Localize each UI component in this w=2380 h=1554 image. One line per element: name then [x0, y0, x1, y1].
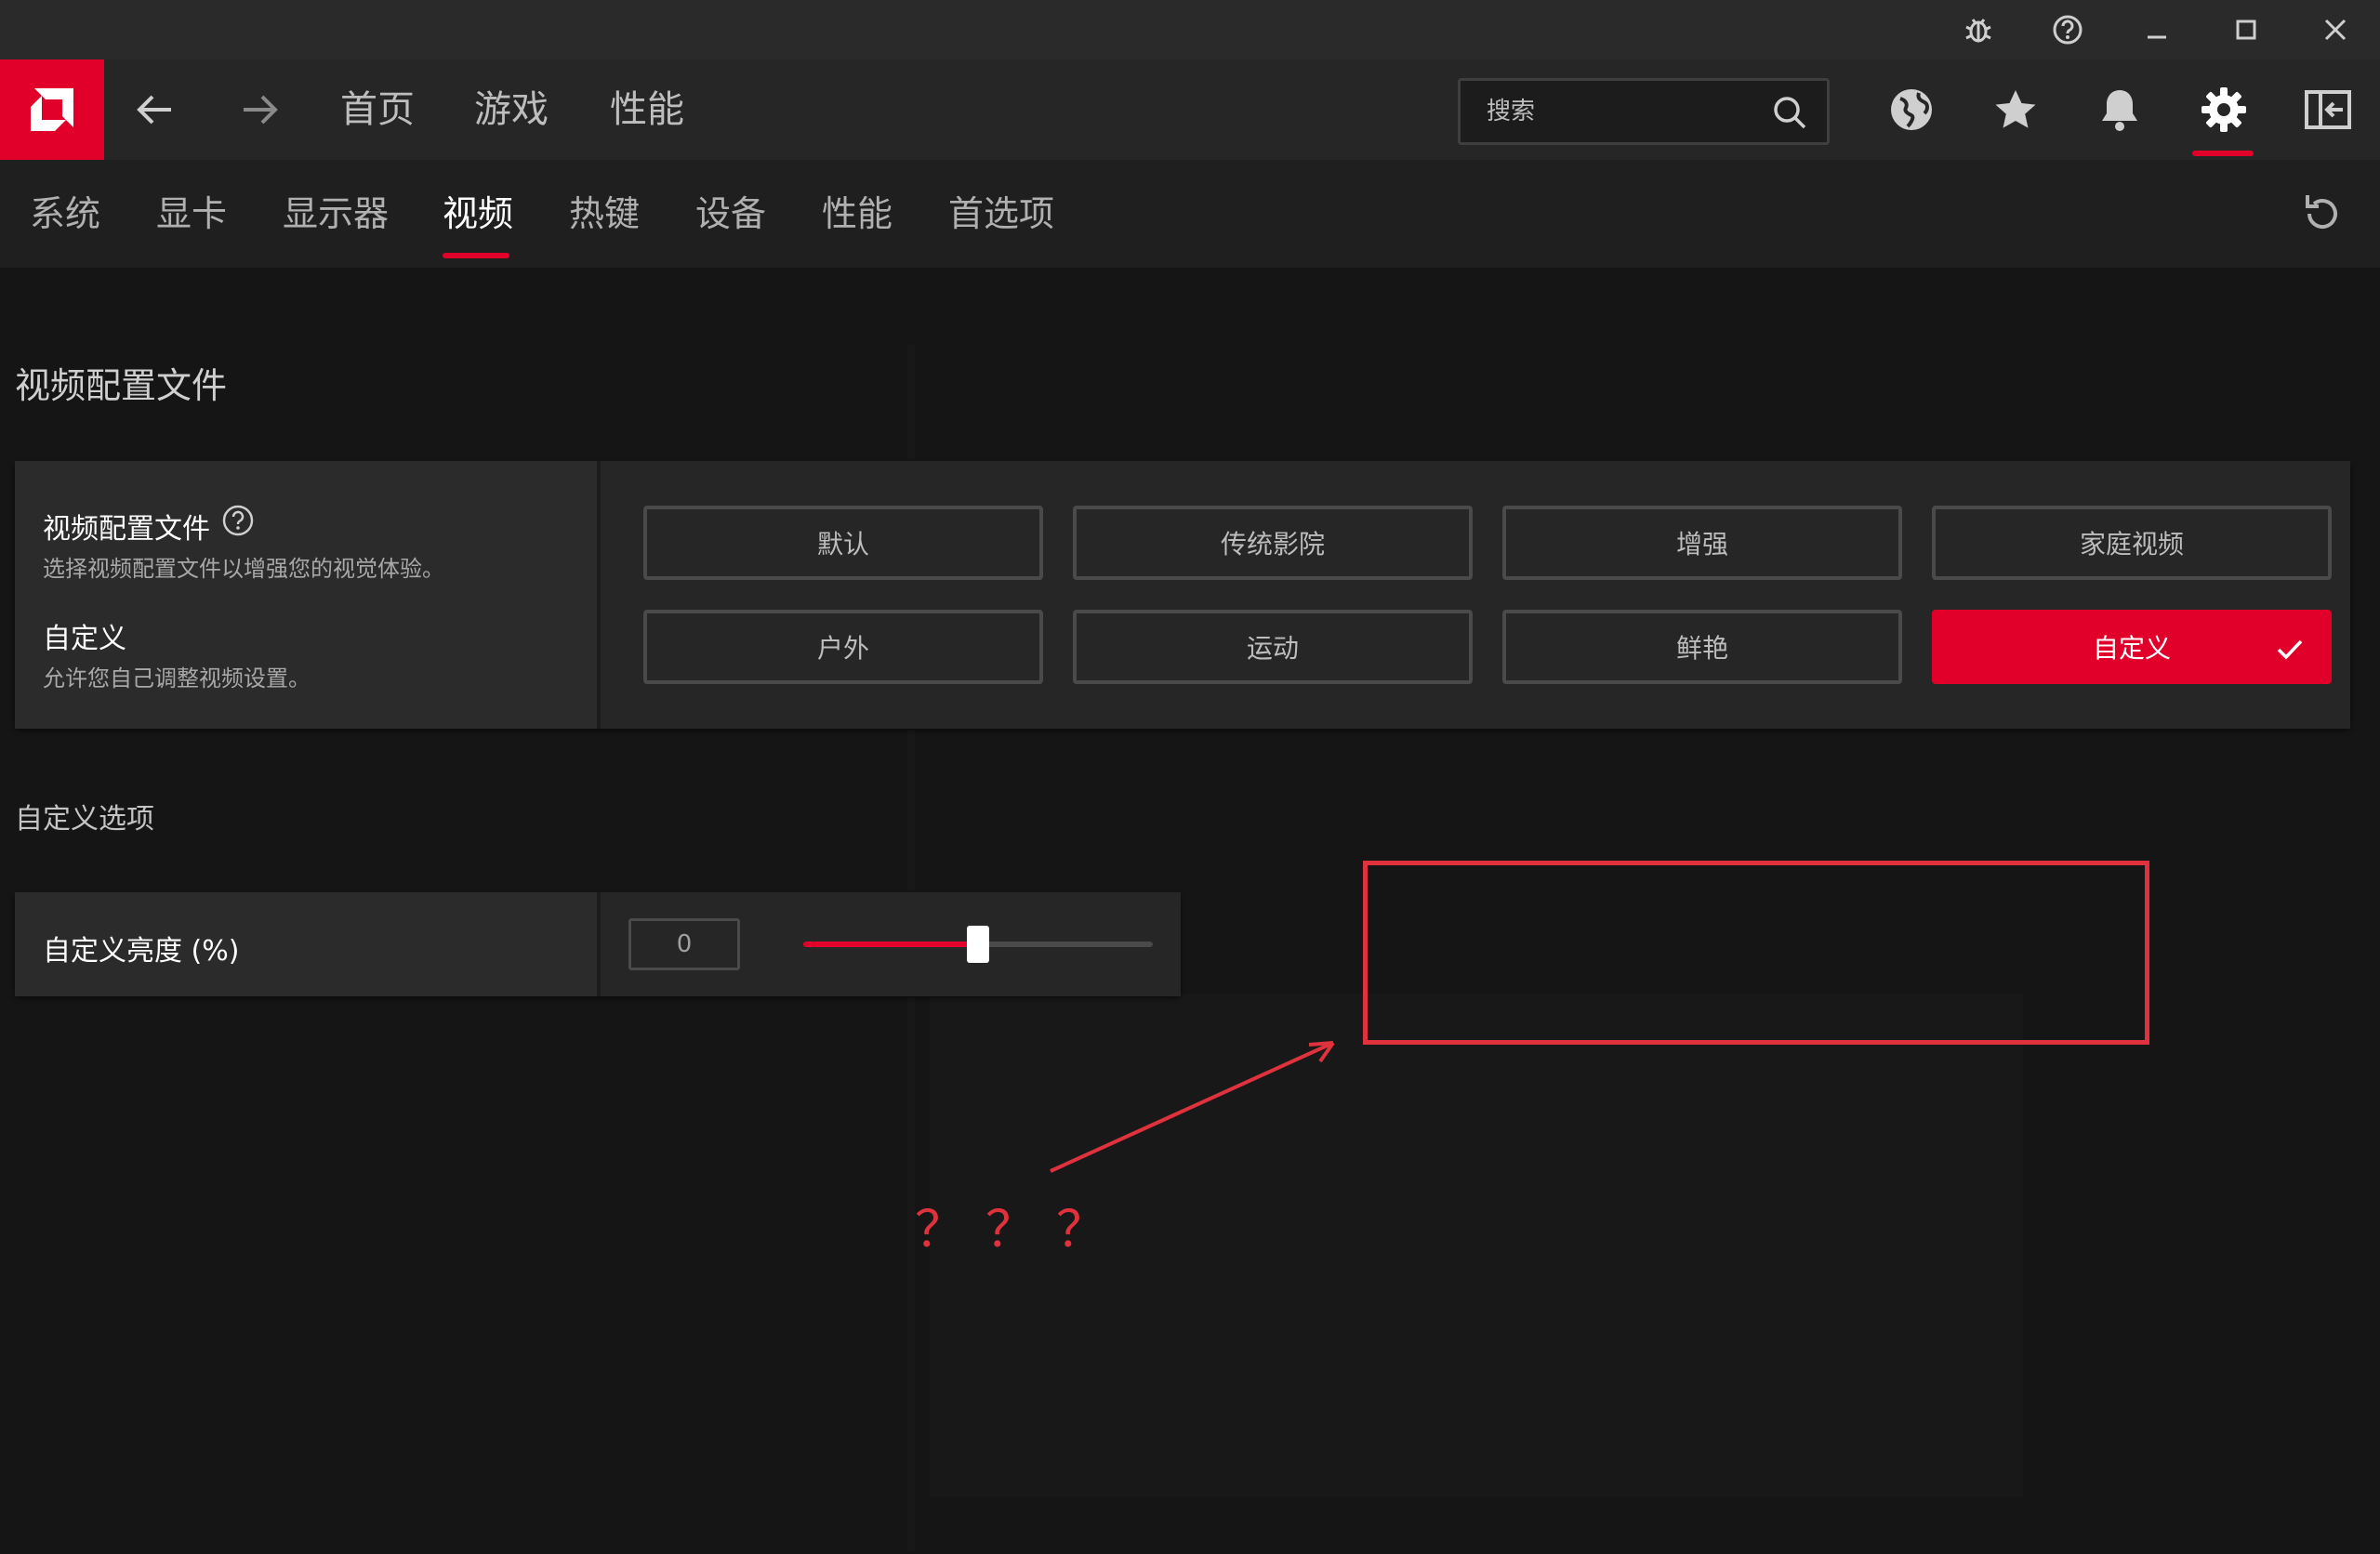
profile-option-default[interactable]: 默认	[643, 506, 1043, 580]
profile-option-sports[interactable]: 运动	[1073, 610, 1473, 684]
close-icon[interactable]	[2291, 0, 2380, 59]
annotation-arrow-icon	[1050, 1041, 1335, 1173]
tab-preferences[interactable]: 首选项	[948, 160, 1054, 268]
globe-icon[interactable]	[1874, 59, 1949, 160]
tab-devices[interactable]: 设备	[695, 160, 766, 268]
profile-option-theater[interactable]: 传统影院	[1073, 506, 1473, 580]
nav-link-games[interactable]: 游戏	[474, 59, 549, 160]
help-icon[interactable]	[2023, 0, 2112, 59]
profile-option-custom[interactable]: 自定义	[1932, 610, 2332, 684]
help-icon[interactable]	[221, 504, 255, 537]
current-profile-description: 允许您自己调整视频设置。	[43, 665, 311, 691]
brightness-slider-thumb[interactable]	[967, 926, 989, 963]
video-profile-options: 默认 传统影院 增强 家庭视频 户外 运动 鲜艳 自定义	[601, 461, 2350, 729]
brightness-slider-fill	[803, 942, 978, 947]
profile-option-vivid[interactable]: 鲜艳	[1502, 610, 1902, 684]
brightness-label: 自定义亮度 (%)	[43, 935, 240, 968]
video-profile-info: 视频配置文件 选择视频配置文件以增强您的视觉体验。 自定义 允许您自己调整视频设…	[15, 461, 601, 729]
custom-options-section-title: 自定义选项	[15, 803, 154, 836]
maximize-icon[interactable]	[2202, 0, 2291, 59]
tab-system[interactable]: 系统	[30, 160, 100, 268]
brightness-label-area: 自定义亮度 (%)	[15, 892, 601, 996]
annotation-highlight-box	[1363, 861, 2149, 1045]
profile-option-custom-label: 自定义	[2092, 633, 2171, 664]
active-icon-indicator	[2192, 151, 2254, 156]
profile-option-home-video[interactable]: 家庭视频	[1932, 506, 2332, 580]
title-bar	[0, 0, 2380, 59]
settings-tabs: 系统 显卡 显示器 视频 热键 设备 性能 首选项	[0, 160, 2380, 268]
brightness-value-input[interactable]: 0	[628, 918, 740, 970]
profile-option-enhanced[interactable]: 增强	[1502, 506, 1902, 580]
video-profile-label: 视频配置文件	[43, 513, 210, 546]
search-input[interactable]	[1487, 81, 1765, 142]
video-profile-section-title: 视频配置文件	[15, 365, 228, 406]
reset-icon[interactable]	[2296, 188, 2348, 240]
active-tab-indicator	[443, 253, 509, 258]
forward-arrow-icon[interactable]	[223, 59, 298, 160]
tab-video[interactable]: 视频	[443, 160, 513, 268]
minimize-icon[interactable]	[2112, 0, 2202, 59]
star-icon[interactable]	[1978, 59, 2053, 160]
top-navigation: 首页 游戏 性能	[0, 59, 2380, 160]
tab-performance[interactable]: 性能	[822, 160, 892, 268]
tab-display[interactable]: 显示器	[283, 160, 389, 268]
profile-option-outdoor[interactable]: 户外	[643, 610, 1043, 684]
bug-icon[interactable]	[1934, 0, 2023, 59]
gear-icon[interactable]	[2187, 59, 2261, 160]
tab-graphics[interactable]: 显卡	[156, 160, 227, 268]
video-profile-description: 选择视频配置文件以增强您的视觉体验。	[43, 556, 444, 582]
video-profile-card: 视频配置文件 选择视频配置文件以增强您的视觉体验。 自定义 允许您自己调整视频设…	[15, 461, 2350, 729]
bell-icon[interactable]	[2082, 59, 2157, 160]
nav-link-performance[interactable]: 性能	[610, 59, 684, 160]
nav-link-home[interactable]: 首页	[340, 59, 415, 160]
search-icon[interactable]	[1771, 94, 1808, 131]
search-box	[1458, 78, 1830, 145]
amd-logo-icon[interactable]	[0, 59, 104, 160]
tab-hotkeys[interactable]: 热键	[569, 160, 640, 268]
annotation-question-marks: ？？？	[915, 1200, 1127, 1258]
back-arrow-icon[interactable]	[117, 59, 192, 160]
current-profile-label: 自定义	[43, 623, 126, 655]
sidebar-toggle-icon[interactable]	[2291, 59, 2365, 160]
check-icon	[2277, 639, 2303, 660]
